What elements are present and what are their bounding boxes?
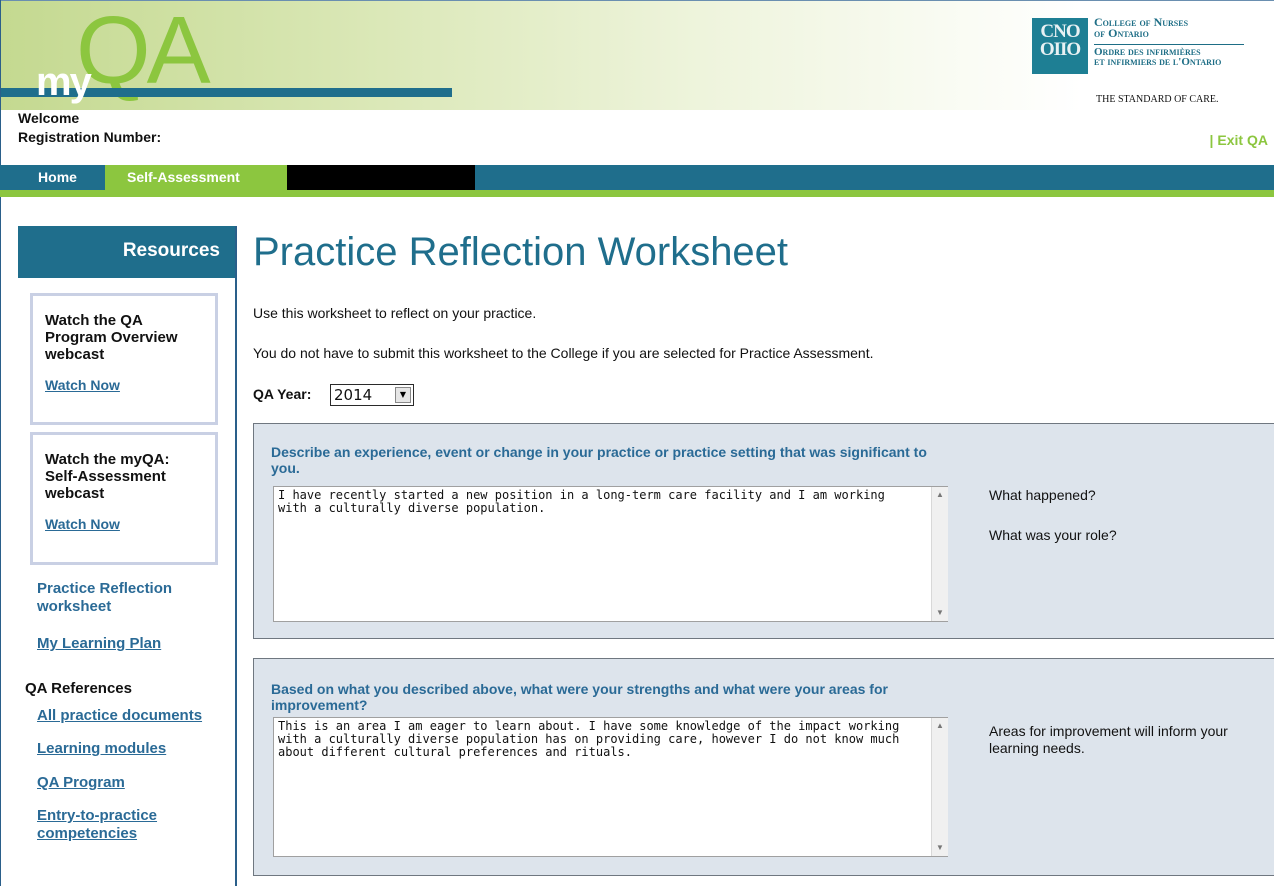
college-name-en: College of Nurses of Ontario [1094,15,1189,40]
reflection-panel-2: Based on what you described above, what … [253,658,1274,876]
exit-qa-link[interactable]: Exit QA [1217,132,1268,148]
exit-separator: | [1209,132,1214,148]
college-tagline: THE STANDARD OF CARE. [1096,94,1219,105]
resource-box-qa-overview: Watch the QA Program Overview webcast Wa… [30,293,218,425]
sidebar-link-learning-plan[interactable]: My Learning Plan [37,635,161,653]
answer-textarea[interactable]: This is an area I am eager to learn abou… [273,717,948,857]
qa-year-select[interactable]: 2014 ▼ [330,384,414,406]
qa-references-heading: QA References [25,680,132,697]
nav-tab-self-assessment[interactable]: Self-Assessment [105,165,287,197]
college-logo: CNO OIIO College of Nurses of Ontario Or… [1032,15,1274,128]
intro-text-1: Use this worksheet to reflect on your pr… [253,305,537,321]
cno-monogram-icon: CNO OIIO [1032,18,1088,74]
sidebar-link-entry-to-practice[interactable]: Entry-to-practice competencies [37,807,187,843]
sidebar-link-practice-reflection[interactable]: Practice Reflection worksheet [37,580,217,616]
scroll-down-icon[interactable]: ▼ [932,840,948,856]
chevron-down-icon[interactable]: ▼ [395,387,411,403]
scroll-down-icon[interactable]: ▼ [932,605,948,621]
answer-textarea[interactable]: I have recently started a new position i… [273,486,948,622]
textarea-scrollbar[interactable]: ▲ ▼ [931,487,948,621]
exit-qa-link-wrap: | Exit QA [1210,132,1269,148]
intro-text-2: You do not have to submit this worksheet… [253,345,874,361]
reflection-panel-1: Describe an experience, event or change … [253,423,1274,639]
nav-redacted-area [287,165,475,190]
qa-year-label: QA Year: [253,386,312,402]
resource-box-title: Watch the QA Program Overview webcast [45,312,178,363]
myqa-logo-my: my [36,60,92,104]
sidebar-link-learning-modules[interactable]: Learning modules [37,740,166,758]
watch-now-link[interactable]: Watch Now [45,516,120,532]
scroll-up-icon[interactable]: ▲ [932,718,948,734]
page-title: Practice Reflection Worksheet [253,230,789,274]
registration-number-label: Registration Number: [18,129,162,145]
welcome-label: Welcome [18,110,80,126]
qa-year-value: 2014 [334,386,373,404]
question-text: Describe an experience, event or change … [271,444,927,476]
hint-what-happened: What happened? [989,487,1096,503]
watch-now-link[interactable]: Watch Now [45,377,120,393]
scroll-up-icon[interactable]: ▲ [932,487,948,503]
page-header: QA my Welcome Registration Number: CNO O… [0,0,1274,165]
resource-box-self-assessment: Watch the myQA: Self-Assessment webcast … [30,432,218,565]
college-name-fr: Ordre des infirmières et infirmiers de l… [1094,46,1222,68]
textarea-scrollbar[interactable]: ▲ ▼ [931,718,948,856]
sidebar-link-practice-documents[interactable]: All practice documents [37,707,202,725]
sidebar-link-qa-program[interactable]: QA Program [37,774,125,792]
sidebar-divider [235,226,237,886]
nav-tab-home[interactable]: Home [14,165,101,190]
page-left-border [0,0,1,886]
resource-box-title: Watch the myQA: Self-Assessment webcast [45,451,170,502]
hint-areas-for-improvement: Areas for improvement will inform your l… [989,723,1228,756]
hint-your-role: What was your role? [989,527,1117,543]
question-text: Based on what you described above, what … [271,681,888,713]
welcome-block: Welcome Registration Number: [18,109,161,147]
resources-heading: Resources [18,226,235,278]
college-name-divider [1094,44,1244,45]
